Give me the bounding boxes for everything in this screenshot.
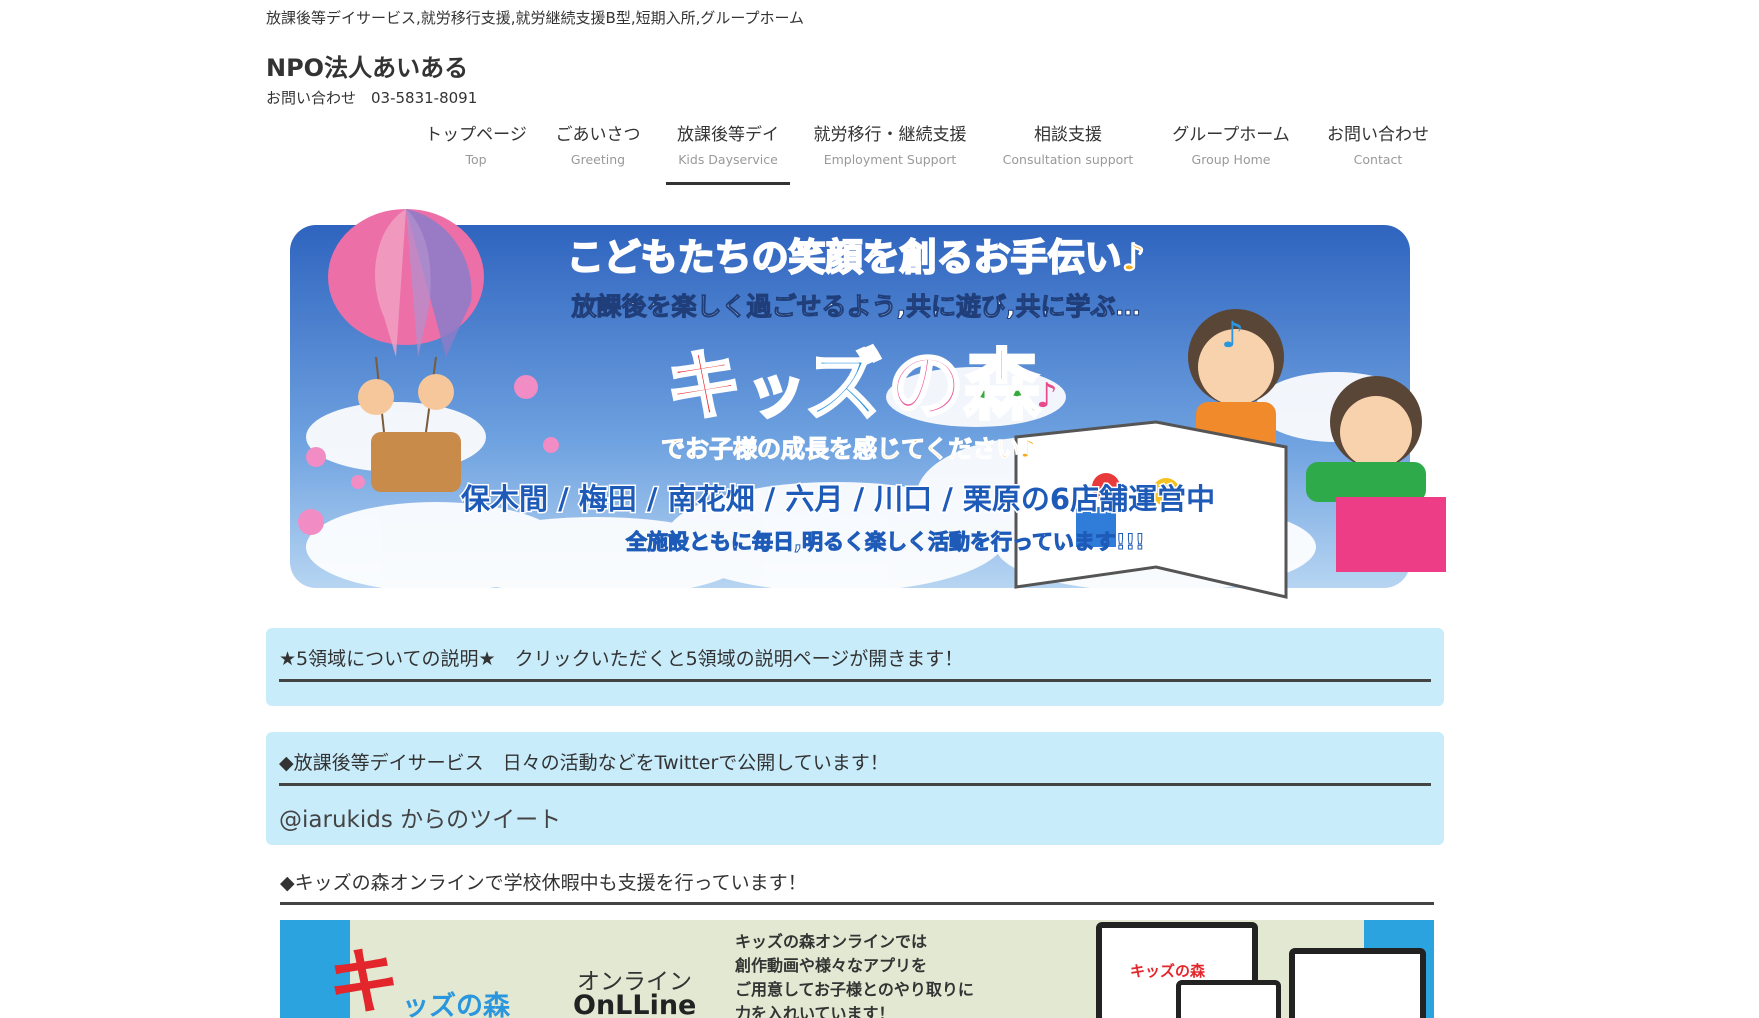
nav-label-en: Greeting bbox=[570, 152, 626, 167]
hero-locations: 保木間 / 梅田 / 南花畑 / 六月 / 川口 / 栗原の6店舗運営中 bbox=[460, 482, 1215, 516]
hero-headline: こどもたちの笑顔を創るお手伝い♪ bbox=[567, 236, 1146, 279]
online-brand-rest: ッズの森 bbox=[402, 991, 510, 1018]
hero-banner: ♪ ♪ こどもたちの笑顔を創るお手伝い♪ 放課後を楽しく過ごせるよう,共に遊び,… bbox=[276, 207, 1446, 607]
hero-illustration: ♪ ♪ こどもたちの笑顔を創るお手伝い♪ 放課後を楽しく過ごせるよう,共に遊び,… bbox=[290, 209, 1446, 599]
nav-label-en: Kids Dayservice bbox=[678, 152, 778, 167]
online-copy-line: ご用意してお子様とのやり取りに bbox=[735, 980, 974, 999]
nav-label-jp: 放課後等デイ bbox=[677, 125, 779, 145]
nav-item-contact[interactable]: お問い合わせ Contact bbox=[1322, 112, 1434, 185]
nav-label-en: Consultation support bbox=[1002, 152, 1134, 167]
nav-label-en: Top bbox=[465, 152, 487, 167]
phone-icon bbox=[1176, 980, 1281, 1018]
contact-phone: お問い合わせ 03-5831-8091 bbox=[266, 89, 478, 107]
nav-item-kids-dayservice[interactable]: 放課後等デイ Kids Dayservice bbox=[666, 112, 790, 185]
nav-label-jp: ごあいさつ bbox=[555, 125, 641, 145]
brand-char: ズ bbox=[806, 341, 882, 430]
nav-label-jp: 就労移行・継続支援 bbox=[813, 125, 967, 145]
five-domains-link-text[interactable]: ★5領域についての説明★ クリックいただくと5領域の説明ページが開きます！ bbox=[279, 648, 963, 670]
hero-brand-title: キ ッ ズ の 森 bbox=[665, 340, 1043, 432]
brand-char: の bbox=[888, 341, 964, 430]
twitter-timeline-link[interactable]: @iarukids からのツイート bbox=[279, 800, 1431, 834]
nav-label-en: Employment Support bbox=[823, 152, 957, 167]
online-banner[interactable]: キ ッズの森 オンライン OnLLine キッズの森オンラインでは 創作動画や様… bbox=[280, 920, 1434, 1018]
nav-label-jp: グループホーム bbox=[1172, 125, 1290, 145]
hero-footer-text: 全施設ともに毎日,明るく楽しく活動を行っています!!! bbox=[625, 530, 1145, 554]
online-copy-line: 力を入れいています！ bbox=[735, 1004, 895, 1018]
nav-item-top[interactable]: トップページ Top bbox=[420, 112, 532, 185]
laptop-icon bbox=[1289, 948, 1426, 1018]
nav-item-group-home[interactable]: グループホーム Group Home bbox=[1170, 112, 1292, 185]
main-nav: トップページ Top ごあいさつ Greeting 放課後等デイ Kids Da… bbox=[420, 112, 1436, 185]
online-copy-line: キッズの森オンラインでは bbox=[735, 932, 928, 951]
online-label-en: OnLLine bbox=[573, 990, 697, 1018]
svg-text:♪: ♪ bbox=[1221, 315, 1244, 356]
hero-subheadline: 放課後を楽しく過ごせるよう,共に遊び,共に学ぶ… bbox=[571, 292, 1141, 321]
twitter-box: ◆放課後等デイサービス 日々の活動などをTwitterで公開しています！ @ia… bbox=[266, 732, 1444, 845]
brand-char: ッ bbox=[746, 357, 806, 427]
nav-label-en: Contact bbox=[1353, 152, 1403, 167]
nav-label-jp: トップページ bbox=[425, 125, 527, 145]
site-tagline: 放課後等デイサービス,就労移行支援,就労継続支援B型,短期入所,グループホーム bbox=[266, 9, 805, 27]
nav-label-jp: お問い合わせ bbox=[1327, 125, 1429, 145]
nav-item-greeting[interactable]: ごあいさつ Greeting bbox=[550, 112, 646, 185]
online-brand-k: キ bbox=[328, 940, 401, 1018]
nav-item-consultation[interactable]: 相談支援 Consultation support bbox=[1000, 112, 1136, 185]
brand-char: 森 bbox=[964, 341, 1041, 430]
twitter-heading: ◆放課後等デイサービス 日々の活動などをTwitterで公開しています！ bbox=[279, 732, 1431, 786]
nav-item-employment-support[interactable]: 就労移行・継続支援 Employment Support bbox=[810, 112, 970, 185]
hero-tagline: でお子様の成長を感じてください♪ bbox=[661, 435, 1036, 463]
online-section-heading: ◆キッズの森オンラインで学校休暇中も支援を行っています！ bbox=[280, 868, 1434, 905]
nav-label-jp: 相談支援 bbox=[1034, 125, 1102, 145]
online-copy-line: 創作動画や様々なアプリを bbox=[735, 956, 928, 975]
five-domains-link[interactable]: ★5領域についての説明★ クリックいただくと5領域の説明ページが開きます！ bbox=[279, 628, 1431, 682]
five-domains-box: ★5領域についての説明★ クリックいただくと5領域の説明ページが開きます！ bbox=[266, 628, 1444, 706]
brand-char: キ bbox=[666, 341, 742, 430]
site-title[interactable]: NPO法人あいある bbox=[266, 48, 468, 83]
device-label: キッズの森 bbox=[1130, 962, 1206, 980]
nav-label-en: Group Home bbox=[1191, 152, 1271, 167]
